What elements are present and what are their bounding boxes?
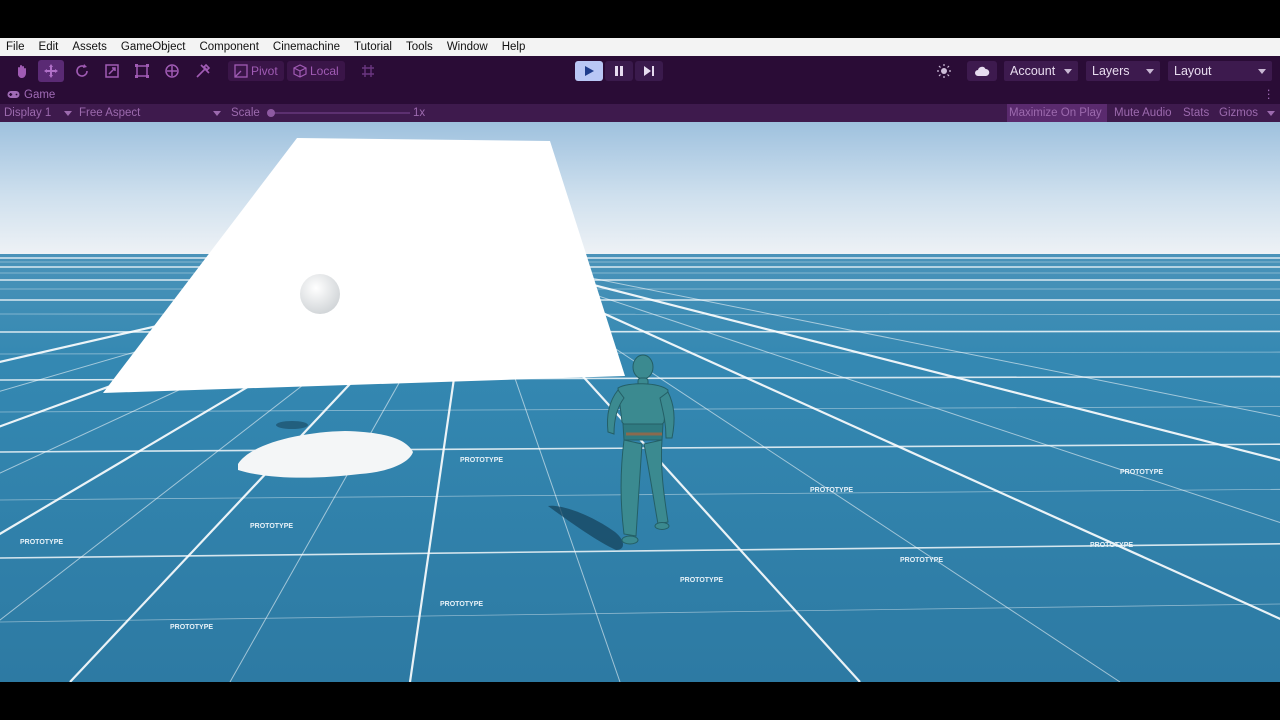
rotate-tool-button[interactable] [69, 60, 95, 82]
menu-window[interactable]: Window [440, 38, 495, 56]
move-tool-button[interactable] [38, 60, 64, 82]
menu-assets[interactable]: Assets [65, 38, 114, 56]
maximize-on-play-toggle[interactable]: Maximize On Play [1009, 104, 1102, 122]
sun-icon [937, 64, 951, 78]
floor-prototype-label: PROTOTYPE [1090, 542, 1133, 549]
floor-prototype-label: PROTOTYPE [460, 457, 503, 464]
ball-shadow [276, 421, 308, 429]
cloud-icon [975, 66, 990, 76]
game-tab-title[interactable]: Game [24, 87, 55, 103]
account-dropdown[interactable]: Account [1004, 61, 1078, 81]
play-icon [585, 66, 594, 76]
layers-label: Layers [1092, 64, 1130, 78]
pause-icon [615, 66, 623, 76]
account-label: Account [1010, 64, 1056, 78]
more-options-icon[interactable]: ⋮ [1263, 87, 1275, 103]
floor-prototype-label: PROTOTYPE [170, 624, 213, 631]
scale-slider-track[interactable] [270, 112, 410, 114]
chevron-down-icon [213, 111, 221, 116]
scale-tool-button[interactable] [99, 60, 125, 82]
gizmos-toggle[interactable]: Gizmos [1219, 104, 1258, 122]
aspect-select[interactable]: Free Aspect [79, 104, 140, 122]
menu-bar: File Edit Assets GameObject Component Ci… [0, 38, 1280, 56]
mute-audio-toggle[interactable]: Mute Audio [1114, 104, 1172, 122]
pivot-icon [234, 64, 248, 78]
scale-slider-handle[interactable] [267, 109, 275, 117]
hand-icon [18, 65, 26, 78]
menu-tutorial[interactable]: Tutorial [347, 38, 399, 56]
pause-button[interactable] [605, 61, 633, 81]
scale-label: Scale [231, 107, 260, 119]
layout-label: Layout [1174, 64, 1212, 78]
step-button[interactable] [635, 61, 663, 81]
chevron-down-icon [1064, 69, 1072, 74]
scale-icon [105, 64, 119, 78]
layout-dropdown[interactable]: Layout [1168, 61, 1272, 81]
pivot-toggle[interactable]: Pivot [228, 61, 284, 81]
game-view-toolbar: Display 1 Free Aspect Scale 1x Maximize … [0, 104, 1280, 122]
floor-prototype-label: PROTOTYPE [250, 523, 293, 530]
grid-snap-button[interactable] [355, 60, 381, 82]
lighting-button[interactable] [931, 60, 957, 82]
layers-dropdown[interactable]: Layers [1086, 61, 1160, 81]
gamepad-icon [7, 90, 20, 99]
sky [0, 122, 1280, 258]
chevron-down-icon [1267, 111, 1275, 116]
rect-tool-button[interactable] [129, 60, 155, 82]
floor-prototype-label: PROTOTYPE [1120, 469, 1163, 476]
menu-help[interactable]: Help [495, 38, 533, 56]
chevron-down-icon [64, 111, 72, 116]
step-icon [644, 66, 654, 76]
cloud-button[interactable] [967, 61, 997, 81]
game-viewport[interactable]: PROTOTYPE PROTOTYPE PROTOTYPE PROTOTYPE PROT… [0, 122, 1280, 682]
play-button[interactable] [575, 61, 603, 81]
scene-render: PROTOTYPE PROTOTYPE PROTOTYPE PROTOTYPE PROT… [0, 122, 1280, 682]
rect-transform-icon [135, 64, 149, 78]
chevron-down-icon [1146, 69, 1154, 74]
menu-component[interactable]: Component [192, 38, 265, 56]
stats-toggle[interactable]: Stats [1183, 104, 1209, 122]
pivot-label: Pivot [251, 64, 278, 78]
menu-edit[interactable]: Edit [32, 38, 66, 56]
move-icon [44, 64, 58, 78]
local-toggle[interactable]: Local [287, 61, 345, 81]
display-select[interactable]: Display 1 [4, 104, 51, 122]
floor-prototype-label: PROTOTYPE [900, 557, 943, 564]
hand-tool-button[interactable] [9, 60, 35, 82]
chevron-down-icon [1258, 69, 1266, 74]
custom-tool-icon [196, 63, 211, 78]
floor-prototype-label: PROTOTYPE [680, 577, 723, 584]
menu-cinemachine[interactable]: Cinemachine [266, 38, 347, 56]
game-tab-bar: Game ⋮ [0, 86, 1280, 104]
grid-snap-icon [362, 65, 374, 77]
floor-prototype-label: PROTOTYPE [810, 487, 853, 494]
transform-tool-button[interactable] [159, 60, 185, 82]
rotate-icon [76, 64, 88, 77]
local-label: Local [310, 64, 339, 78]
local-icon [293, 64, 307, 78]
scale-value: 1x [413, 107, 426, 119]
transform-icon [165, 64, 179, 78]
white-sphere [300, 274, 340, 314]
floor-prototype-label: PROTOTYPE [440, 601, 483, 608]
menu-file[interactable]: File [0, 38, 32, 56]
menu-tools[interactable]: Tools [399, 38, 440, 56]
custom-tool-button[interactable] [190, 60, 216, 82]
main-toolbar: Pivot Local Account Layers Layout [0, 56, 1280, 86]
floor-prototype-label: PROTOTYPE [20, 539, 63, 546]
menu-gameobject[interactable]: GameObject [114, 38, 193, 56]
